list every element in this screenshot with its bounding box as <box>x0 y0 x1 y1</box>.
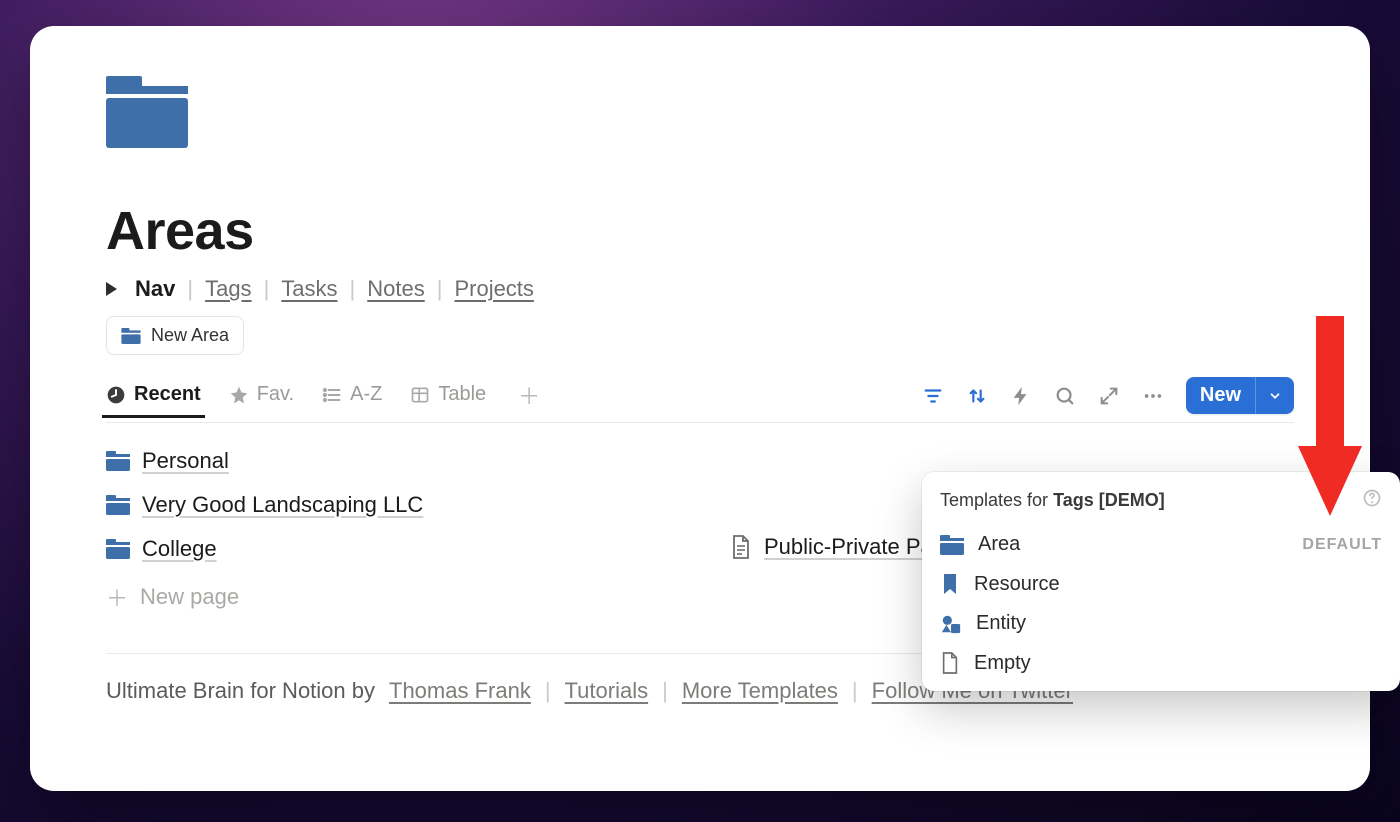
nav-active[interactable]: Nav <box>135 276 175 302</box>
nav-link-tasks[interactable]: Tasks <box>281 276 337 302</box>
template-option-empty[interactable]: Empty <box>922 643 1400 683</box>
triangle-right-icon[interactable] <box>106 282 117 296</box>
new-area-button[interactable]: New Area <box>106 316 244 355</box>
footer-author-link[interactable]: Thomas Frank <box>389 678 531 704</box>
automation-icon[interactable] <box>1010 385 1032 407</box>
entity-icon <box>940 613 962 635</box>
chevron-down-icon <box>1268 389 1282 403</box>
template-option-area[interactable]: Area DEFAULT <box>922 525 1400 564</box>
template-option-label: Entity <box>976 612 1026 635</box>
nav-row: Nav | Tags | Tasks | Notes | Projects <box>106 276 1294 302</box>
page-title: Areas <box>106 200 1294 262</box>
nav-link-projects[interactable]: Projects <box>454 276 533 302</box>
list-item-label: Public-Private Part <box>764 534 946 560</box>
table-icon <box>410 385 430 405</box>
template-option-label: Area <box>978 533 1020 556</box>
help-icon[interactable] <box>1362 488 1382 513</box>
templates-popover: Templates for Tags [DEMO] Area DEFAULT R… <box>922 472 1400 691</box>
page-icon <box>730 534 752 560</box>
template-option-label: Empty <box>974 652 1031 675</box>
view-tab-label: A-Z <box>350 383 382 406</box>
view-tab-fav[interactable]: Fav. <box>229 383 294 406</box>
star-icon <box>229 385 249 405</box>
folder-icon <box>106 495 130 515</box>
new-page-button[interactable]: ＋ New page <box>106 571 670 623</box>
default-badge: DEFAULT <box>1302 536 1382 554</box>
sort-icon[interactable] <box>966 385 988 407</box>
new-page-label: New page <box>140 584 239 610</box>
add-view-button[interactable]: ＋ <box>518 379 540 411</box>
popover-title: Templates for Tags [DEMO] <box>940 490 1165 511</box>
new-button-label: New <box>1186 377 1255 414</box>
list-item[interactable]: College <box>106 527 670 571</box>
more-icon[interactable] <box>1142 385 1164 407</box>
app-window: Areas Nav | Tags | Tasks | Notes | Proje… <box>30 26 1370 791</box>
popover-title-bold: Tags [DEMO] <box>1053 490 1165 510</box>
nav-link-notes[interactable]: Notes <box>367 276 424 302</box>
footer-link-tutorials[interactable]: Tutorials <box>565 678 649 704</box>
list-item-label: College <box>142 536 217 562</box>
folder-icon <box>121 328 141 344</box>
clock-icon <box>106 385 126 405</box>
views-row: Recent Fav. A-Z <box>106 377 1294 423</box>
view-tab-label: Table <box>438 383 486 406</box>
page-icon <box>940 651 960 675</box>
template-option-label: Resource <box>974 573 1060 596</box>
folder-icon <box>940 535 964 555</box>
folder-icon <box>106 451 130 471</box>
new-button[interactable]: New <box>1186 377 1294 414</box>
view-tab-az[interactable]: A-Z <box>322 383 382 406</box>
page-folder-icon <box>106 76 1294 148</box>
view-tab-recent[interactable]: Recent <box>106 383 201 406</box>
list-item[interactable]: Personal <box>106 439 670 483</box>
nav-link-tags[interactable]: Tags <box>205 276 251 302</box>
view-tab-table[interactable]: Table <box>410 383 486 406</box>
footer-link-more-templates[interactable]: More Templates <box>682 678 838 704</box>
list-item[interactable]: Very Good Landscaping LLC <box>106 483 670 527</box>
new-area-label: New Area <box>151 325 229 346</box>
view-tab-label: Fav. <box>257 383 294 406</box>
popover-title-prefix: Templates for <box>940 490 1048 510</box>
template-option-resource[interactable]: Resource <box>922 564 1400 604</box>
plus-icon: ＋ <box>106 581 128 613</box>
footer-prefix: Ultimate Brain for Notion by <box>106 678 375 704</box>
list-icon <box>322 385 342 405</box>
filter-icon[interactable] <box>922 385 944 407</box>
bookmark-icon <box>940 572 960 596</box>
view-tab-label: Recent <box>134 383 201 406</box>
template-option-entity[interactable]: Entity <box>922 604 1400 643</box>
list-item-label: Very Good Landscaping LLC <box>142 492 423 518</box>
folder-icon <box>106 539 130 559</box>
list-item-label: Personal <box>142 448 229 474</box>
search-icon[interactable] <box>1054 385 1076 407</box>
expand-icon[interactable] <box>1098 385 1120 407</box>
new-button-dropdown[interactable] <box>1255 377 1294 414</box>
